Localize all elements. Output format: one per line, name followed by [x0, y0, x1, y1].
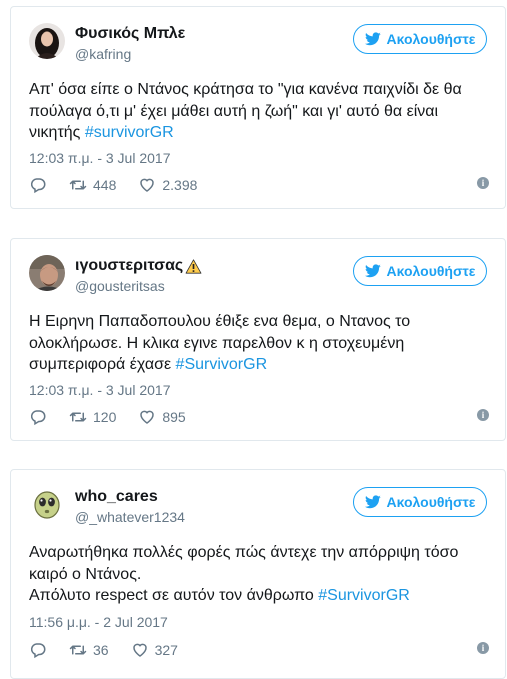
user-handle[interactable]: @_whatever1234	[75, 509, 185, 525]
follow-label: Ακολουθήστε	[386, 263, 476, 279]
info-icon[interactable]: i	[477, 177, 489, 189]
reply-icon	[30, 178, 46, 194]
tweet-text-segment: Απόλυτο respect σε αυτόν τον άνθρωπο	[29, 587, 319, 604]
tweet-text-line: Απ' όσα είπε ο Ντάνος κράτησα το "για κα…	[29, 81, 462, 98]
like-count: 2.398	[162, 177, 198, 193]
user-handle[interactable]: @gousteritsas	[75, 278, 165, 294]
retweet-button[interactable]: 448	[69, 176, 116, 194]
display-name[interactable]: Φυσικός Μπλε	[75, 25, 185, 43]
heart-icon	[132, 643, 147, 657]
warning-icon	[185, 258, 202, 274]
display-name[interactable]: who_cares	[75, 488, 158, 506]
tweet-actions: 448 2.398 i	[29, 175, 489, 195]
tweet-text-line: Η Ειρηνη Παπαδοπουλου έθιξε ενα θεμα, ο …	[29, 313, 411, 330]
follow-label: Ακολουθήστε	[386, 31, 476, 47]
reply-button[interactable]	[29, 641, 47, 659]
tweet-actions: 120 895 i	[29, 407, 489, 427]
tweet-card: who_cares @_whatever1234 Ακολουθήστε Ανα…	[10, 469, 506, 679]
reply-icon	[30, 643, 46, 659]
hashtag-link[interactable]: #survivorGR	[85, 124, 174, 141]
like-button[interactable]: 327	[131, 641, 178, 659]
heart-icon	[140, 178, 155, 192]
follow-button[interactable]: Ακολουθήστε	[353, 256, 487, 286]
tweet-text-line: ολοκλήρωσε. Η κλικα εγινε παρελθον κ η σ…	[29, 334, 405, 352]
tweet-text-line: συμπεριφορά έχασε #SurvivorGR	[29, 354, 489, 376]
tweet-text-line: Αναρωτήθηκα πολλές φορές πώς άντεχε την …	[29, 544, 459, 561]
retweet-count: 36	[93, 642, 109, 658]
avatar[interactable]	[29, 486, 65, 522]
retweet-button[interactable]: 120	[69, 408, 116, 426]
twitter-bird-icon	[364, 495, 381, 509]
reply-icon	[30, 410, 46, 426]
follow-button[interactable]: Ακολουθήστε	[353, 487, 487, 517]
display-name[interactable]: ιγουστεριτσας	[75, 257, 183, 275]
user-handle[interactable]: @kafring	[75, 46, 131, 62]
retweet-count: 448	[93, 177, 117, 193]
tweet-text-line: νικητής #survivorGR	[29, 122, 489, 144]
retweet-icon	[69, 412, 87, 422]
tweet-timestamp[interactable]: 12:03 π.μ. - 3 Jul 2017	[29, 150, 170, 166]
tweet-card: ιγουστεριτσας @gousteritsas Ακολουθήστε …	[10, 238, 506, 441]
twitter-bird-icon	[364, 32, 381, 46]
retweet-icon	[69, 645, 87, 655]
hashtag-link[interactable]: #SurvivorGR	[318, 587, 410, 604]
tweet-text: Αναρωτήθηκα πολλές φορές πώς άντεχε την …	[29, 542, 489, 607]
like-button[interactable]: 2.398	[138, 176, 197, 194]
like-button[interactable]: 895	[138, 408, 186, 426]
heart-icon	[140, 410, 155, 424]
hashtag-link[interactable]: #SurvivorGR	[176, 356, 268, 373]
tweet-text: Η Ειρηνη Παπαδοπουλου έθιξε ενα θεμα, ο …	[29, 311, 489, 376]
tweet-text-line: πούλαγα ό,τι μ' έχει μάθει αυτή η ζωή" κ…	[29, 102, 439, 120]
avatar[interactable]	[29, 255, 65, 291]
display-name-row: ιγουστεριτσας	[75, 257, 202, 275]
twitter-bird-icon	[364, 264, 381, 278]
tweet-card: Φυσικός Μπλε @kafring Ακολουθήστε Απ' όσ…	[10, 6, 506, 209]
like-count: 327	[154, 642, 178, 658]
retweet-count: 120	[93, 409, 117, 425]
reply-button[interactable]	[29, 408, 47, 426]
info-icon[interactable]: i	[477, 409, 489, 421]
tweet-actions: 36 327 i	[29, 640, 489, 660]
tweet-text-line: καιρό ο Ντάνος.	[29, 565, 142, 583]
tweet-text: Απ' όσα είπε ο Ντάνος κράτησα το "για κα…	[29, 79, 489, 144]
tweet-timestamp[interactable]: 11:56 μ.μ. - 2 Jul 2017	[29, 614, 168, 630]
avatar[interactable]	[29, 23, 65, 59]
tweet-text-line: Απόλυτο respect σε αυτόν τον άνθρωπο #Su…	[29, 585, 489, 607]
reply-button[interactable]	[29, 176, 47, 194]
tweet-text-segment: συμπεριφορά έχασε	[29, 356, 176, 373]
like-count: 895	[162, 409, 186, 425]
tweet-timestamp[interactable]: 12:03 π.μ. - 3 Jul 2017	[29, 382, 170, 398]
tweet-text-segment: νικητής	[29, 124, 85, 141]
follow-label: Ακολουθήστε	[386, 494, 476, 510]
retweet-button[interactable]: 36	[69, 641, 109, 659]
info-icon[interactable]: i	[477, 642, 489, 654]
retweet-icon	[69, 180, 87, 190]
follow-button[interactable]: Ακολουθήστε	[353, 24, 487, 54]
